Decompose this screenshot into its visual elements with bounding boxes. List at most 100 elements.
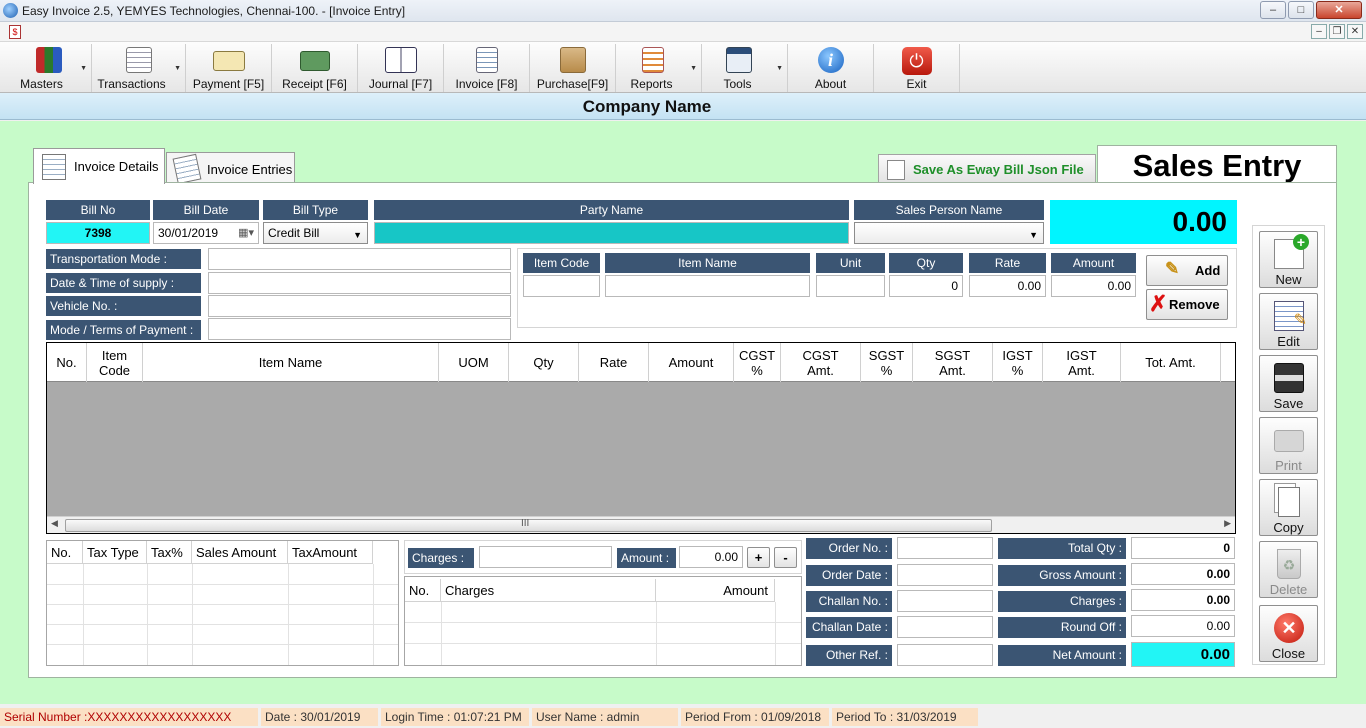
- print-button[interactable]: Print: [1259, 417, 1318, 474]
- delete-button[interactable]: ♻ Delete: [1259, 541, 1318, 598]
- tab-invoice-details[interactable]: Invoice Details: [33, 148, 165, 184]
- horizontal-scrollbar[interactable]: ◀ III ▶: [47, 516, 1235, 533]
- order-no-input[interactable]: [897, 537, 993, 559]
- vehicle-no-input[interactable]: [208, 295, 511, 317]
- column-divider: [373, 564, 374, 665]
- tab-invoice-entries[interactable]: Invoice Entries: [166, 152, 295, 185]
- charges-amount-input[interactable]: 0.00: [679, 546, 743, 568]
- charges-input[interactable]: [479, 546, 612, 568]
- bill-date-picker[interactable]: 30/01/2019 ▦▾: [153, 222, 259, 244]
- item-code-header: Item Code: [523, 253, 600, 273]
- edit-button[interactable]: ✎ Edit: [1259, 293, 1318, 350]
- remove-item-button[interactable]: ✗ Remove: [1146, 289, 1228, 320]
- toolbar-tools[interactable]: ▼ Tools: [702, 44, 788, 92]
- toolbar-receipt[interactable]: Receipt [F6]: [272, 44, 358, 92]
- column-header: Qty: [509, 343, 579, 382]
- row-divider: [47, 584, 398, 585]
- challan-no-input[interactable]: [897, 590, 993, 612]
- maximize-button[interactable]: □: [1288, 1, 1314, 19]
- total-qty-label: Total Qty :: [998, 538, 1126, 559]
- row-divider: [405, 643, 801, 644]
- party-name-header: Party Name: [374, 200, 849, 220]
- sales-person-select[interactable]: ▼: [854, 222, 1044, 244]
- challan-date-input[interactable]: [897, 616, 993, 638]
- row-divider: [47, 604, 398, 605]
- recycle-bin-icon: ♻: [1277, 549, 1301, 579]
- bill-type-select[interactable]: Credit Bill ▼: [263, 222, 368, 244]
- toolbar-masters[interactable]: ▼ Masters: [6, 44, 92, 92]
- toolbar-about[interactable]: i About: [788, 44, 874, 92]
- challan-date-label: Challan Date :: [806, 617, 892, 638]
- item-name-header: Item Name: [605, 253, 810, 273]
- new-label: New: [1275, 272, 1302, 287]
- toolbar-label: Invoice [F8]: [455, 77, 518, 91]
- status-user: User Name : admin: [532, 708, 678, 726]
- edit-label: Edit: [1277, 334, 1300, 349]
- toolbar-label: Receipt [F6]: [282, 77, 347, 91]
- status-period-to: Period To : 31/03/2019: [832, 708, 978, 726]
- amount-input[interactable]: 0.00: [1051, 275, 1136, 297]
- new-button[interactable]: + New: [1259, 231, 1318, 288]
- toolbar-purchase[interactable]: Purchase[F9]: [530, 44, 616, 92]
- copy-button[interactable]: Copy: [1259, 479, 1318, 536]
- open-book-icon: [384, 47, 417, 73]
- total-qty-value: 0: [1131, 537, 1235, 559]
- scrollbar-thumb[interactable]: III: [65, 518, 992, 532]
- item-name-input[interactable]: [605, 275, 810, 297]
- toolbar-label: Masters: [20, 77, 63, 91]
- add-charge-button[interactable]: +: [747, 547, 770, 568]
- column-header: Tot. Amt.: [1121, 343, 1221, 382]
- toolbar-journal[interactable]: Journal [F7]: [358, 44, 444, 92]
- order-date-label: Order Date :: [806, 565, 892, 586]
- chevron-down-icon: ▼: [690, 65, 697, 72]
- sales-person-header: Sales Person Name: [854, 200, 1044, 220]
- toolbar-invoice[interactable]: Invoice [F8]: [444, 44, 530, 92]
- scroll-left-icon[interactable]: ◀: [51, 518, 58, 529]
- close-button[interactable]: ✕ Close: [1259, 605, 1318, 662]
- items-grid[interactable]: No. Item Code Item Name UOM Qty Rate Amou…: [46, 342, 1236, 534]
- payment-terms-input[interactable]: [208, 318, 511, 340]
- supply-datetime-input[interactable]: [208, 272, 511, 294]
- order-date-input[interactable]: [897, 564, 993, 586]
- column-divider: [83, 564, 84, 665]
- close-window-button[interactable]: ✕: [1316, 1, 1362, 19]
- party-name-input[interactable]: [374, 222, 849, 244]
- charges-table[interactable]: No. Charges Amount: [404, 576, 802, 666]
- toolbar-transactions[interactable]: ▼ Transactions: [92, 44, 186, 92]
- payment-terms-label: Mode / Terms of Payment :: [46, 320, 201, 340]
- toolbar-exit[interactable]: ⏻ Exit: [874, 44, 960, 92]
- tax-table[interactable]: No. Tax Type Tax% Sales Amount TaxAmount: [46, 540, 399, 666]
- tab-label: Invoice Details: [74, 159, 159, 174]
- rate-input[interactable]: 0.00: [969, 275, 1046, 297]
- qty-input[interactable]: 0: [889, 275, 963, 297]
- amount-header: Amount: [1051, 253, 1136, 273]
- toolbar-payment[interactable]: Payment [F5]: [186, 44, 272, 92]
- column-header: IGST%: [993, 343, 1043, 382]
- remove-charge-button[interactable]: -: [774, 547, 797, 568]
- round-off-input[interactable]: 0.00: [1131, 615, 1235, 637]
- save-button[interactable]: Save: [1259, 355, 1318, 412]
- row-divider: [47, 644, 398, 645]
- mdi-restore-button[interactable]: ❐: [1329, 24, 1345, 39]
- bill-no-field[interactable]: 7398: [46, 222, 150, 244]
- save-eway-bill-button[interactable]: Save As Eway Bill Json File: [878, 154, 1096, 184]
- mdi-minimize-button[interactable]: –: [1311, 24, 1327, 39]
- vehicle-no-label: Vehicle No. :: [46, 296, 201, 316]
- mdi-close-button[interactable]: ✕: [1347, 24, 1363, 39]
- document-icon: [887, 160, 905, 180]
- item-code-input[interactable]: [523, 275, 600, 297]
- column-divider: [192, 564, 193, 665]
- calendar-icon[interactable]: ▦▾: [238, 223, 254, 243]
- copy-label: Copy: [1273, 520, 1304, 535]
- add-item-button[interactable]: ✎ Add: [1146, 255, 1228, 286]
- minimize-button[interactable]: –: [1260, 1, 1286, 19]
- other-ref-input[interactable]: [897, 644, 993, 666]
- scroll-right-icon[interactable]: ▶: [1224, 518, 1231, 529]
- cash-icon: [299, 51, 330, 71]
- transport-mode-input[interactable]: [208, 248, 511, 270]
- document-icon[interactable]: $: [9, 25, 21, 39]
- unit-input[interactable]: [816, 275, 885, 297]
- toolbar-reports[interactable]: ▼ Reports: [616, 44, 702, 92]
- bill-date-value: 30/01/2019: [158, 226, 219, 240]
- notepad-pencil-icon: [172, 153, 202, 185]
